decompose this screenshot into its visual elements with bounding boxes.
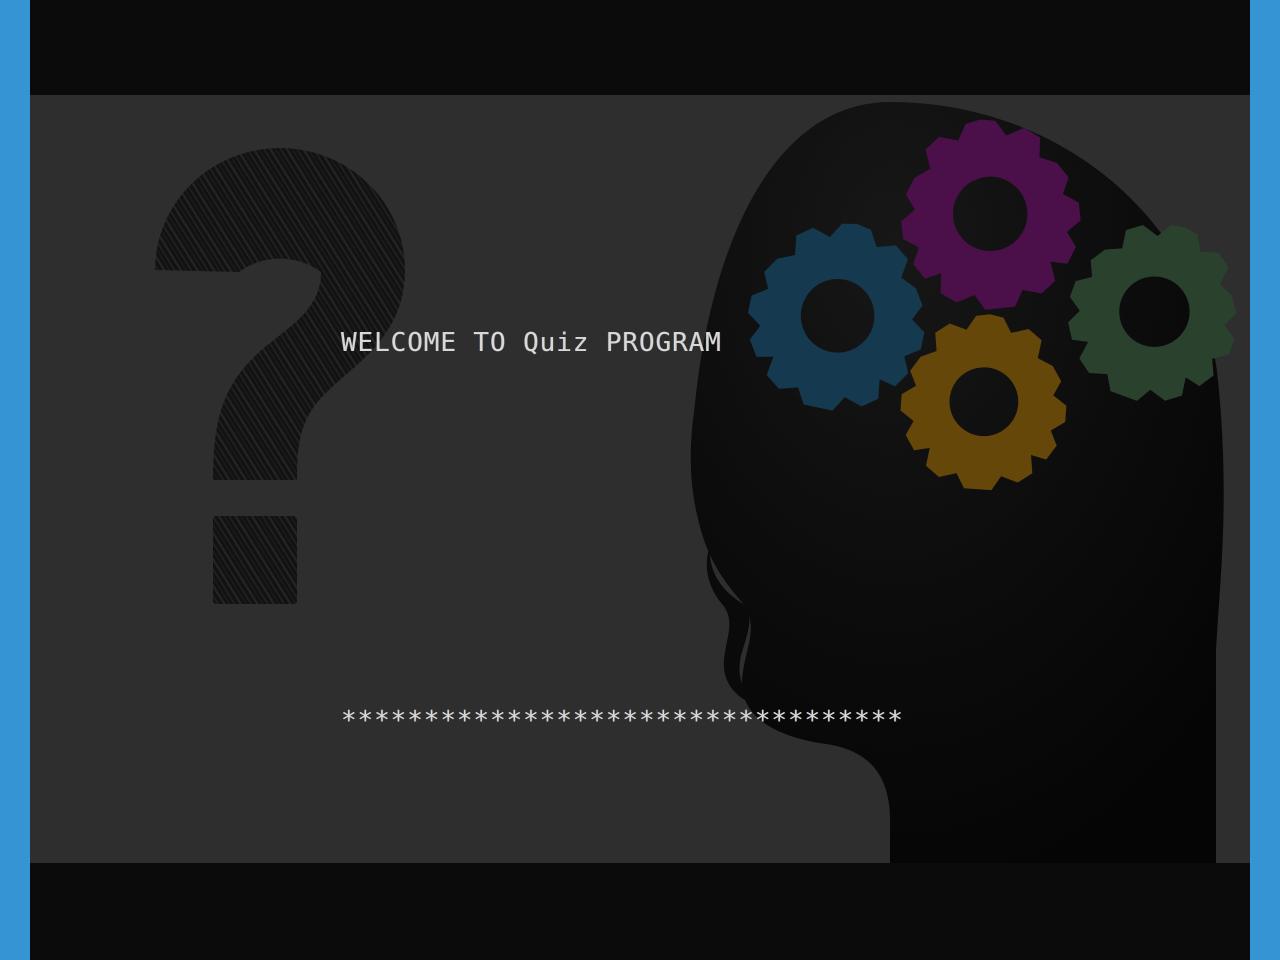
console-output: WELCOME TO Quiz PROGRAM ****************…: [341, 168, 904, 960]
screenshot-root: WELCOME TO Quiz PROGRAM ****************…: [0, 0, 1280, 960]
console-title: WELCOME TO Quiz PROGRAM: [341, 328, 722, 358]
terminal-window[interactable]: WELCOME TO Quiz PROGRAM ****************…: [30, 0, 1250, 960]
letterbox-bottom: [30, 863, 1250, 960]
letterbox-top: [30, 0, 1250, 95]
divider-top: **********************************: [341, 706, 904, 736]
console-spacer-top: [341, 518, 904, 546]
